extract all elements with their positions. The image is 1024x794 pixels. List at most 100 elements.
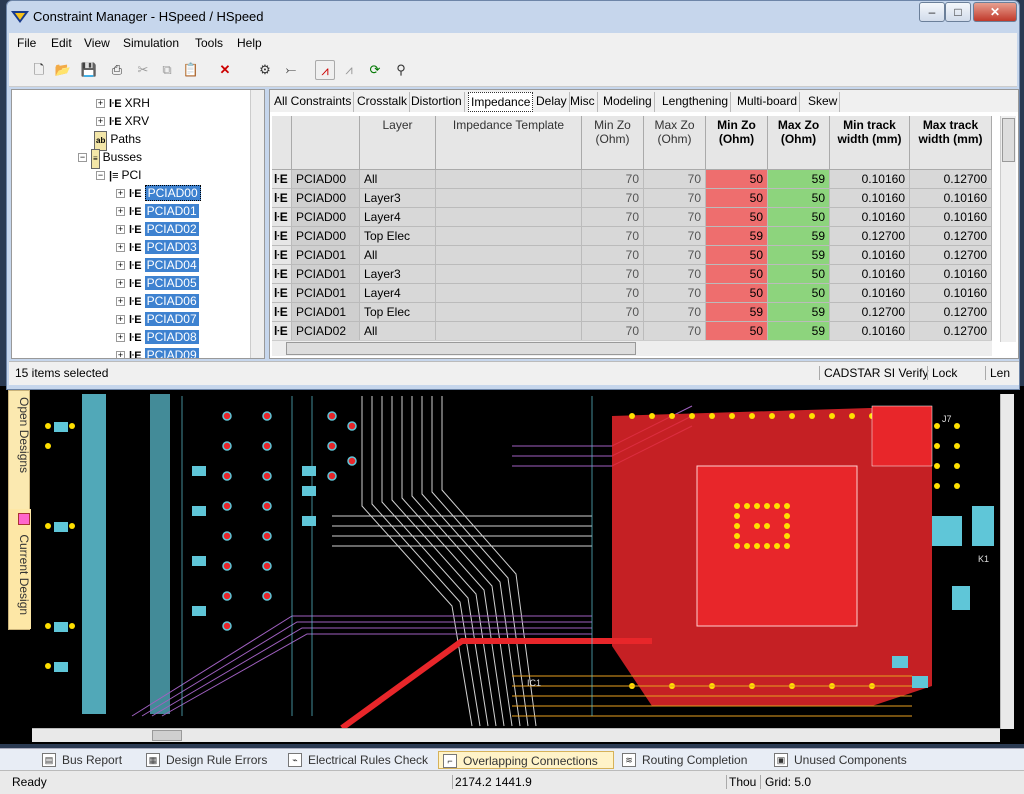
table-row[interactable]: ŀE PCIAD01 Layer3 70 70 50 50 0.10160 0.10160 [272, 265, 992, 284]
tree-item-xrh[interactable]: + ŀE XRH [96, 94, 150, 112]
menu-file[interactable]: File [17, 36, 36, 50]
cell-tmpl[interactable] [436, 227, 582, 246]
table-row[interactable]: ŀE PCIAD02 All 70 70 50 59 0.10160 0.12700 [272, 322, 992, 341]
cell-maxtw[interactable]: 0.10160 [910, 189, 992, 208]
tree-item-pciad02[interactable]: + ŀE PCIAD02 [116, 220, 199, 238]
tab-open-designs[interactable]: Open Designs [9, 393, 31, 505]
tab-skew[interactable]: Skew [806, 92, 841, 112]
cell-maxzo2[interactable]: 59 [768, 227, 830, 246]
link-icon[interactable]: ⚲ [391, 60, 411, 80]
table-row[interactable]: ŀE PCIAD00 Layer4 70 70 50 50 0.10160 0.10160 [272, 208, 992, 227]
close-button[interactable]: ✕ [973, 2, 1017, 22]
cell-maxzo2[interactable]: 59 [768, 322, 830, 341]
save-icon[interactable]: 💾 [79, 60, 99, 80]
cell-tmpl[interactable] [436, 189, 582, 208]
cell-minzo[interactable]: 70 [582, 227, 644, 246]
header-max-zo[interactable]: Max Zo (Ohm) [644, 116, 706, 170]
cell-maxtw[interactable]: 0.12700 [910, 322, 992, 341]
cell-maxzo[interactable]: 70 [644, 284, 706, 303]
tree-item-pciad05[interactable]: + ŀE PCIAD05 [116, 274, 199, 292]
cell-maxtw[interactable]: 0.10160 [910, 265, 992, 284]
cell-minzo[interactable]: 70 [582, 284, 644, 303]
cell-maxzo[interactable]: 70 [644, 322, 706, 341]
cell-maxzo[interactable]: 70 [644, 227, 706, 246]
cell-layer[interactable]: Layer4 [360, 284, 436, 303]
tab-modeling[interactable]: Modeling [601, 92, 655, 112]
tab-crosstalk[interactable]: Crosstalk [355, 92, 411, 112]
cell-minzo[interactable]: 70 [582, 322, 644, 341]
refresh-icon[interactable]: ⟳ [365, 60, 385, 80]
print-icon[interactable]: ⎙ [107, 60, 127, 80]
menu-edit[interactable]: Edit [51, 36, 72, 50]
cell-layer[interactable]: Layer3 [360, 189, 436, 208]
cell-tmpl[interactable] [436, 265, 582, 284]
tree-item-pciad00[interactable]: + ŀE PCIAD00 [116, 184, 201, 202]
grid-hscroll-thumb[interactable] [286, 342, 636, 355]
cell-net[interactable]: PCIAD00 [292, 170, 360, 189]
tree-item-paths[interactable]: ab Paths [94, 130, 141, 151]
cell-minzo2[interactable]: 50 [706, 208, 768, 227]
pcb-hscroll-thumb[interactable] [152, 730, 182, 741]
cell-minzo[interactable]: 70 [582, 303, 644, 322]
cell-layer[interactable]: Top Elec [360, 227, 436, 246]
tab-overlapping-connections[interactable]: ⌐ Overlapping Connections [438, 751, 614, 769]
cell-maxzo[interactable]: 70 [644, 189, 706, 208]
table-row[interactable]: ŀE PCIAD01 Layer4 70 70 50 50 0.10160 0.10160 [272, 284, 992, 303]
menu-view[interactable]: View [84, 36, 110, 50]
table-row[interactable]: ŀE PCIAD01 Top Elec 70 70 59 59 0.12700 0.12700 [272, 303, 992, 322]
tree-item-busses[interactable]: − ≡ Busses [78, 148, 142, 169]
waveform-icon[interactable]: ⩘ [315, 60, 335, 80]
tree-item-pci[interactable]: − |≡ PCI [96, 166, 142, 184]
minimize-button[interactable]: – [919, 2, 945, 22]
tree-item-xrv[interactable]: + ŀE XRV [96, 112, 149, 130]
cell-minzo[interactable]: 70 [582, 189, 644, 208]
route-icon[interactable]: ⤚ [281, 60, 301, 80]
grid-horizontal-scrollbar[interactable] [272, 340, 992, 356]
menu-tools[interactable]: Tools [195, 36, 223, 50]
cell-maxzo[interactable]: 70 [644, 170, 706, 189]
table-row[interactable]: ŀE PCIAD00 Top Elec 70 70 59 59 0.12700 0.12700 [272, 227, 992, 246]
header-max-zo-actual[interactable]: Max Zo (Ohm) [768, 116, 830, 170]
tab-electrical-rules-check[interactable]: ⌁ Electrical Rules Check [284, 751, 434, 769]
cell-net[interactable]: PCIAD00 [292, 227, 360, 246]
cell-minzo[interactable]: 70 [582, 246, 644, 265]
tree-item-pciad06[interactable]: + ŀE PCIAD06 [116, 292, 199, 310]
cell-mintw[interactable]: 0.12700 [830, 227, 910, 246]
cell-maxzo2[interactable]: 50 [768, 189, 830, 208]
table-row[interactable]: ŀE PCIAD00 Layer3 70 70 50 50 0.10160 0.10160 [272, 189, 992, 208]
cell-minzo2[interactable]: 50 [706, 170, 768, 189]
grid-vertical-scrollbar[interactable] [1000, 116, 1016, 342]
cell-mintw[interactable]: 0.10160 [830, 322, 910, 341]
cell-minzo[interactable]: 70 [582, 265, 644, 284]
tree-scrollbar[interactable] [250, 90, 264, 358]
menu-simulation[interactable]: Simulation [123, 36, 179, 50]
tree-item-pciad08[interactable]: + ŀE PCIAD08 [116, 328, 199, 346]
cell-tmpl[interactable] [436, 246, 582, 265]
tree-item-pciad09[interactable]: + ŀE PCIAD09 [116, 346, 199, 358]
cell-maxzo2[interactable]: 59 [768, 303, 830, 322]
cell-tmpl[interactable] [436, 322, 582, 341]
cell-maxzo2[interactable]: 50 [768, 265, 830, 284]
cell-maxtw[interactable]: 0.10160 [910, 284, 992, 303]
cell-net[interactable]: PCIAD01 [292, 246, 360, 265]
header-min-zo-actual[interactable]: Min Zo (Ohm) [706, 116, 768, 170]
cell-minzo2[interactable]: 50 [706, 284, 768, 303]
header-max-track-width[interactable]: Max track width (mm) [910, 116, 992, 170]
cell-mintw[interactable]: 0.10160 [830, 265, 910, 284]
waveform2-icon[interactable]: ⩘ [339, 60, 359, 80]
cell-layer[interactable]: All [360, 246, 436, 265]
table-row[interactable]: ŀE PCIAD00 All 70 70 50 59 0.10160 0.12700 [272, 170, 992, 189]
maximize-button[interactable]: □ [945, 2, 971, 22]
cell-mintw[interactable]: 0.12700 [830, 303, 910, 322]
header-min-track-width[interactable]: Min track width (mm) [830, 116, 910, 170]
grid-vscroll-thumb[interactable] [1002, 118, 1015, 162]
header-min-zo[interactable]: Min Zo (Ohm) [582, 116, 644, 170]
cell-net[interactable]: PCIAD01 [292, 303, 360, 322]
cell-maxtw[interactable]: 0.12700 [910, 246, 992, 265]
tab-multi-board[interactable]: Multi-board [735, 92, 801, 112]
cell-maxzo[interactable]: 70 [644, 208, 706, 227]
tab-unused-components[interactable]: ▣ Unused Components [770, 751, 920, 769]
tab-design-rule-errors[interactable]: ▦ Design Rule Errors [142, 751, 280, 769]
paste-icon[interactable]: 📋 [181, 60, 201, 80]
cell-layer[interactable]: Top Elec [360, 303, 436, 322]
